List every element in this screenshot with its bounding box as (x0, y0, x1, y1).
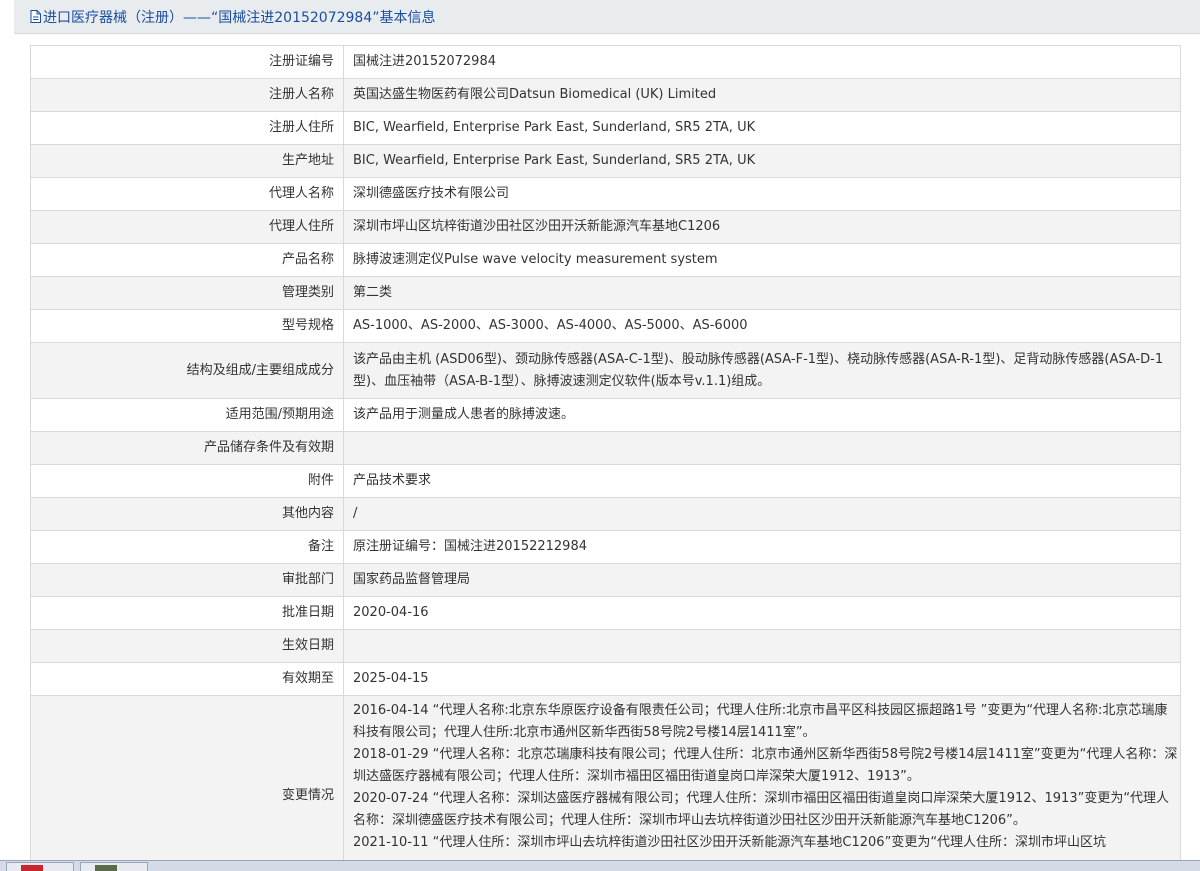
field-label: 注册证编号 (30, 45, 344, 79)
table-row: 生效日期 (30, 629, 1181, 663)
change-list: 2016-04-14 “代理人名称:北京东华原医疗设备有限责任公司；代理人住所:… (353, 696, 1178, 854)
table-row: 生产地址 BIC, Wearfield, Enterprise Park East… (30, 144, 1181, 178)
field-value: 产品技术要求 (343, 464, 1181, 498)
change-item: 2016-04-14 “代理人名称:北京东华原医疗设备有限责任公司；代理人住所:… (353, 703, 1168, 740)
field-label: 其他内容 (30, 497, 344, 531)
field-label: 生产地址 (30, 144, 344, 178)
field-value: AS-1000、AS-2000、AS-3000、AS-4000、AS-5000、… (343, 309, 1181, 343)
field-label: 型号规格 (30, 309, 344, 343)
table-row: 有效期至 2025-04-15 (30, 662, 1181, 696)
taskbar-app-button[interactable] (80, 862, 148, 871)
table-row: 注册人住所 BIC, Wearfield, Enterprise Park Eas… (30, 111, 1181, 145)
table-row: 批准日期 2020-04-16 (30, 596, 1181, 630)
field-value: 2020-04-16 (343, 596, 1181, 630)
field-label: 代理人名称 (30, 177, 344, 211)
table-row: 其他内容 / (30, 497, 1181, 531)
field-value: 该产品用于测量成人患者的脉搏波速。 (343, 398, 1181, 432)
table-row: 管理类别 第二类 (30, 276, 1181, 310)
page-title: 进口医疗器械（注册）——“国械注进20152072984”基本信息 (43, 9, 436, 26)
field-label: 注册人名称 (30, 78, 344, 112)
table-row: 型号规格 AS-1000、AS-2000、AS-3000、AS-4000、AS-5… (30, 309, 1181, 343)
field-value: 第二类 (343, 276, 1181, 310)
field-label: 产品名称 (30, 243, 344, 277)
detail-table: 注册证编号 国械注进20152072984 注册人名称 英国达盛生物医药有限公司Dat… (30, 45, 1181, 871)
field-label: 附件 (30, 464, 344, 498)
change-item: 2018-01-29 “代理人名称：北京芯瑞康科技有限公司；代理人住所：北京市通… (353, 747, 1178, 784)
field-label: 适用范围/预期用途 (30, 398, 344, 432)
field-label: 批准日期 (30, 596, 344, 630)
app-icon (21, 865, 43, 871)
field-value: 国家药品监督管理局 (343, 563, 1181, 597)
field-label: 注册人住所 (30, 111, 344, 145)
field-value (343, 431, 1181, 465)
field-label: 代理人住所 (30, 210, 344, 244)
table-row: 备注 原注册证编号：国械注进20152212984 (30, 530, 1181, 564)
field-label: 有效期至 (30, 662, 344, 696)
field-value: 国械注进20152072984 (343, 45, 1181, 79)
field-value: 2025-04-15 (343, 662, 1181, 696)
table-row-changes: 变更情况 2016-04-14 “代理人名称:北京东华原医疗设备有限责任公司；代理… (30, 695, 1181, 871)
field-value: 原注册证编号：国械注进20152212984 (343, 530, 1181, 564)
field-value: 英国达盛生物医药有限公司Datsun Biomedical (UK) Limit… (343, 78, 1181, 112)
table-row: 注册证编号 国械注进20152072984 (30, 45, 1181, 79)
change-item: 2020-07-24 “代理人名称：深圳达盛医疗器械有限公司；代理人住所：深圳市… (353, 791, 1170, 828)
field-value: BIC, Wearfield, Enterprise Park East, Su… (343, 111, 1181, 145)
table-row: 代理人名称 深圳德盛医疗技术有限公司 (30, 177, 1181, 211)
table-row: 审批部门 国家药品监督管理局 (30, 563, 1181, 597)
taskbar-app-button[interactable] (6, 862, 74, 871)
table-row: 结构及组成/主要组成成分 该产品由主机 (ASD06型)、颈动脉传感器(ASA-C… (30, 342, 1181, 399)
field-label: 审批部门 (30, 563, 344, 597)
field-value: 该产品由主机 (ASD06型)、颈动脉传感器(ASA-C-1型)、股动脉传感器(… (343, 342, 1181, 399)
field-value: 脉搏波速测定仪Pulse wave velocity measurement s… (343, 243, 1181, 277)
page-header: 进口医疗器械（注册）——“国械注进20152072984”基本信息 (14, 0, 1200, 34)
field-value (343, 629, 1181, 663)
field-value: BIC, Wearfield, Enterprise Park East, Su… (343, 144, 1181, 178)
field-label: 产品储存条件及有效期 (30, 431, 344, 465)
field-value: 深圳市坪山区坑梓街道沙田社区沙田开沃新能源汽车基地C1206 (343, 210, 1181, 244)
taskbar (0, 860, 1200, 871)
field-label: 变更情况 (30, 695, 344, 871)
app-icon (95, 865, 117, 871)
change-item: 2021-10-11 “代理人住所：深圳市坪山去坑梓街道沙田社区沙田开沃新能源汽… (353, 835, 1107, 850)
field-value: 深圳德盛医疗技术有限公司 (343, 177, 1181, 211)
document-icon (30, 10, 41, 23)
field-label: 结构及组成/主要组成成分 (30, 342, 344, 399)
table-row: 适用范围/预期用途 该产品用于测量成人患者的脉搏波速。 (30, 398, 1181, 432)
field-label: 管理类别 (30, 276, 344, 310)
table-row: 产品名称 脉搏波速测定仪Pulse wave velocity measureme… (30, 243, 1181, 277)
table-row: 代理人住所 深圳市坪山区坑梓街道沙田社区沙田开沃新能源汽车基地C1206 (30, 210, 1181, 244)
detail-table-container: 注册证编号 国械注进20152072984 注册人名称 英国达盛生物医药有限公司Dat… (30, 45, 1181, 871)
field-label: 备注 (30, 530, 344, 564)
change-history: 2016-04-14 “代理人名称:北京东华原医疗设备有限责任公司；代理人住所:… (343, 695, 1181, 871)
table-row: 注册人名称 英国达盛生物医药有限公司Datsun Biomedical (UK) … (30, 78, 1181, 112)
field-label: 生效日期 (30, 629, 344, 663)
table-row: 产品储存条件及有效期 (30, 431, 1181, 465)
table-row: 附件 产品技术要求 (30, 464, 1181, 498)
field-value: / (343, 497, 1181, 531)
